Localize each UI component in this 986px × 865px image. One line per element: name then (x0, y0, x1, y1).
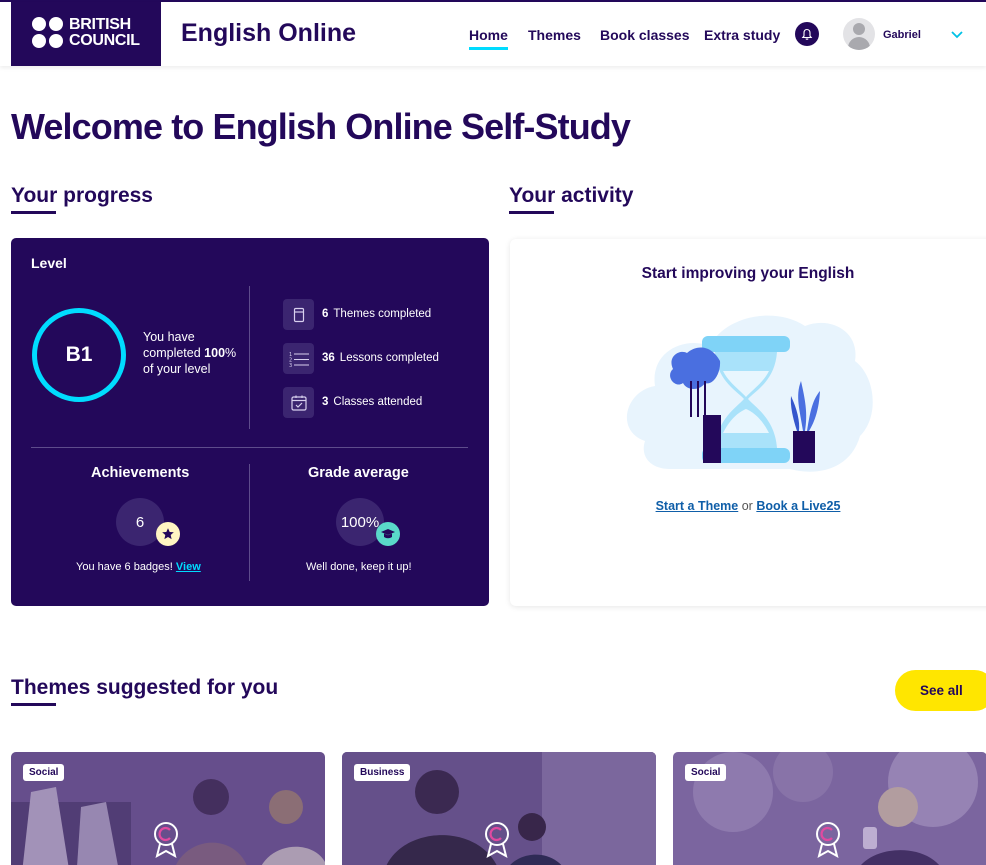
logo-line-1: BRITISH (69, 16, 131, 33)
theme-card[interactable]: Business (342, 752, 656, 865)
themes-heading-underline (11, 703, 56, 706)
logo-line-2: COUNCIL (69, 32, 140, 49)
user-avatar[interactable] (843, 18, 875, 50)
british-council-logo[interactable]: BRITISH COUNCIL (11, 2, 161, 66)
stat-classes-value: 3 (322, 396, 329, 408)
theme-card[interactable]: Social (11, 752, 325, 865)
badges-text: You have 6 badges! View (76, 561, 201, 573)
themes-heading: Themes suggested for you (11, 676, 279, 699)
stat-themes-label: Themes completed (333, 308, 432, 320)
award-badge-icon (151, 820, 181, 858)
graduation-cap-icon (376, 522, 400, 546)
award-badge-icon (813, 820, 843, 858)
level-ring: B1 (32, 308, 126, 402)
logo-wordmark: BRITISH COUNCIL (69, 17, 140, 49)
award-badge-icon (482, 820, 512, 858)
grade-average-title: Grade average (308, 465, 409, 481)
progress-card: Level B1 You have completed 100% of your… (11, 238, 489, 606)
progress-heading-underline (11, 211, 56, 214)
logo-dots-icon (32, 17, 64, 49)
stat-lessons-value: 36 (322, 352, 335, 364)
grade-value: 100% (340, 513, 380, 531)
activity-heading: Your activity (509, 184, 634, 207)
badges-count: 6 (135, 513, 145, 531)
svg-text:3: 3 (289, 363, 292, 368)
achievements-title: Achievements (91, 465, 190, 481)
site-header: BRITISH COUNCIL English Online Home Them… (0, 2, 986, 66)
or-text: or (741, 499, 753, 513)
theme-tag: Business (354, 764, 411, 781)
activity-card: Start improving your English Start a The… (510, 239, 986, 606)
grade-message: Well done, keep it up! (306, 561, 412, 573)
chevron-down-icon[interactable] (950, 28, 964, 40)
nav-themes[interactable]: Themes (528, 27, 581, 43)
progress-heading: Your progress (11, 184, 153, 207)
app-title[interactable]: English Online (181, 19, 356, 48)
vertical-divider-top (249, 286, 250, 429)
level-value: B1 (65, 343, 93, 366)
completion-pre: You have completed (143, 330, 201, 360)
activity-heading-underline (509, 211, 554, 214)
horizontal-divider (31, 447, 468, 448)
completion-percent: 100 (204, 346, 226, 360)
nav-home[interactable]: Home (469, 27, 508, 50)
stat-themes-value: 6 (322, 308, 329, 320)
see-all-button[interactable]: See all (895, 670, 986, 711)
activity-title: Start improving your English (641, 265, 855, 282)
hourglass-illustration (625, 301, 875, 481)
star-icon (156, 522, 180, 546)
nav-book-classes[interactable]: Book classes (600, 27, 690, 43)
theme-card[interactable]: Social (673, 752, 986, 865)
level-completion-text: You have completed 100% of your level (143, 329, 243, 377)
activity-links: Start a Theme or Book a Live25 (510, 499, 986, 513)
stat-classes-label: Classes attended (333, 396, 423, 408)
theme-tag: Social (23, 764, 65, 781)
view-badges-link[interactable]: View (176, 561, 201, 573)
badges-message: You have 6 badges! (76, 561, 173, 573)
theme-tag: Social (685, 764, 727, 781)
list-icon: 1 2 3 (283, 343, 314, 374)
level-label: Level (31, 255, 67, 271)
book-live25-link[interactable]: Book a Live25 (756, 499, 840, 513)
calendar-check-icon (283, 387, 314, 418)
stat-lessons-label: Lessons completed (339, 352, 439, 364)
vertical-divider-bottom (249, 464, 250, 581)
notifications-bell-icon[interactable] (795, 22, 819, 46)
start-theme-link[interactable]: Start a Theme (656, 499, 739, 513)
book-icon (283, 299, 314, 330)
nav-extra-study[interactable]: Extra study (704, 27, 780, 43)
page-title: Welcome to English Online Self-Study (11, 106, 631, 147)
user-name[interactable]: Gabriel (883, 29, 921, 41)
